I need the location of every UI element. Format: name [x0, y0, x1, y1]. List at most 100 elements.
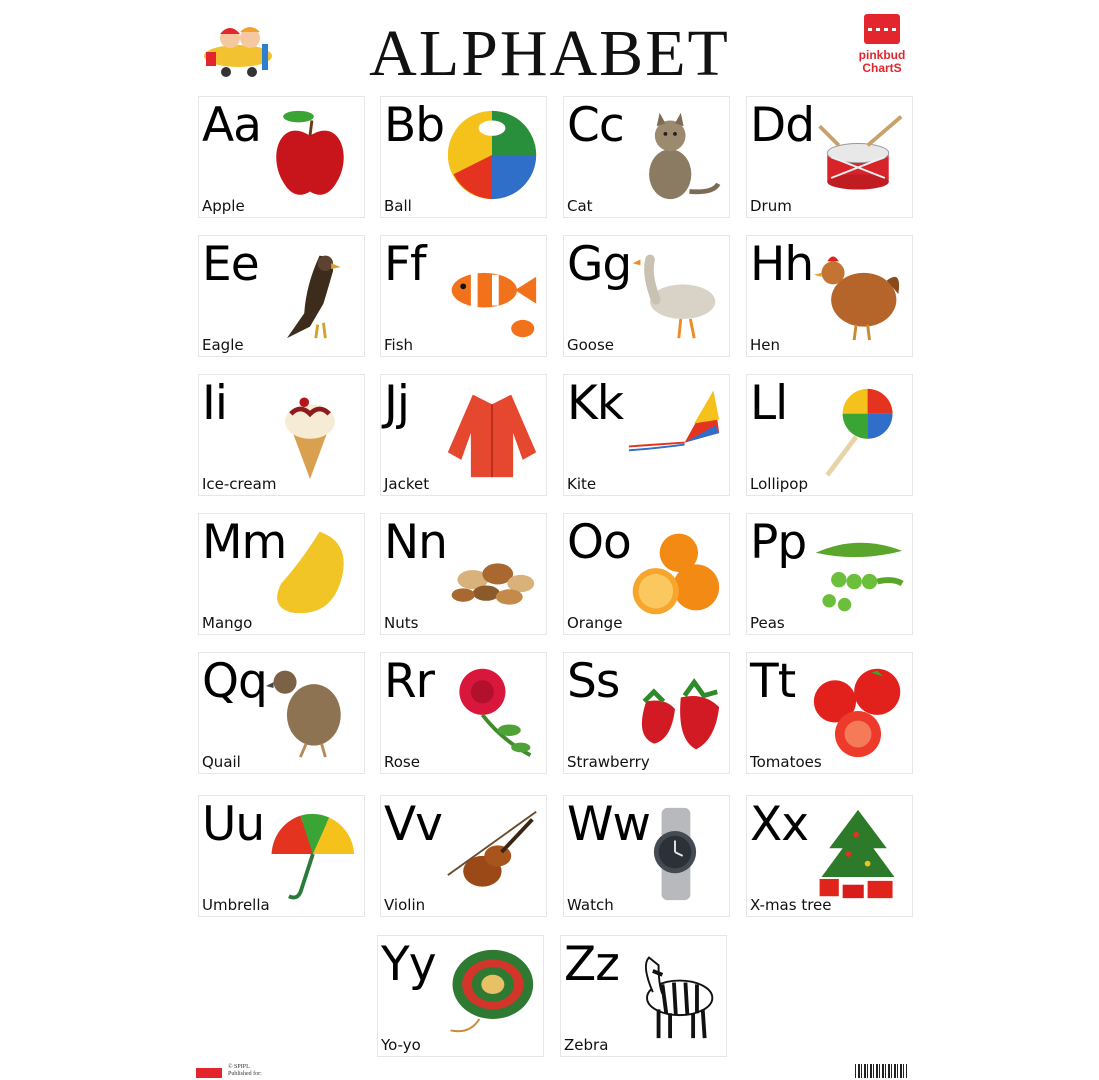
card-letter: Ss: [567, 654, 620, 709]
card-letter: Hh: [750, 237, 814, 292]
letter-card-z: Zz Zebra: [560, 935, 727, 1057]
card-word: X-mas tree: [750, 896, 832, 914]
letter-card-t: Tt Tomatoes: [746, 652, 913, 774]
card-word: Mango: [202, 614, 253, 632]
letter-card-e: Ee Eagle: [198, 235, 365, 357]
card-word: Apple: [202, 197, 245, 215]
goose-icon: [627, 244, 723, 344]
card-word: Ice-cream: [202, 475, 277, 493]
card-letter: Ll: [750, 376, 788, 431]
card-word: Jacket: [384, 475, 430, 493]
apple-icon: [262, 105, 358, 205]
pinkbud-box-icon: [864, 14, 900, 44]
card-word: Goose: [567, 336, 615, 354]
quail-icon: [262, 661, 358, 761]
kite-icon: [627, 383, 723, 483]
card-word: Eagle: [202, 336, 244, 354]
card-word: Peas: [750, 614, 785, 632]
letter-card-g: Gg Goose: [563, 235, 730, 357]
letter-card-h: Hh Hen: [746, 235, 913, 357]
letter-card-n: Nn Nuts: [380, 513, 547, 635]
nuts-icon: [444, 522, 540, 622]
umbrella-icon: [262, 804, 358, 904]
ball-icon: [444, 105, 540, 205]
letter-card-q: Qq Quail: [198, 652, 365, 774]
footer-line-2: Published for:: [228, 1071, 262, 1077]
letter-card-w: Ww Watch: [563, 795, 730, 917]
card-word: Kite: [567, 475, 597, 493]
card-word: Rose: [384, 753, 420, 771]
card-letter: Rr: [384, 654, 435, 709]
card-letter: Nn: [384, 515, 448, 570]
card-letter: Pp: [750, 515, 807, 570]
violin-icon: [444, 804, 540, 904]
card-word: Quail: [202, 753, 241, 771]
card-word: Yo-yo: [381, 1036, 421, 1054]
letter-card-u: Uu Umbrella: [198, 795, 365, 917]
card-letter: Aa: [202, 98, 262, 153]
peas-icon: [810, 522, 906, 622]
kids-airplane-logo: [198, 14, 280, 82]
card-letter: Dd: [750, 98, 815, 153]
cat-icon: [627, 105, 723, 205]
poster-title: ALPHABET: [369, 17, 730, 90]
letter-card-x: Xx X-mas tree: [746, 795, 913, 917]
tomatoes-icon: [810, 661, 906, 761]
eagle-icon: [262, 244, 358, 344]
card-letter: Yy: [381, 937, 437, 992]
card-letter: Ww: [567, 797, 651, 852]
zebra-icon: [624, 944, 720, 1044]
card-word: Orange: [567, 614, 623, 632]
card-word: Drum: [750, 197, 792, 215]
jacket-icon: [444, 383, 540, 483]
strawberry-icon: [627, 661, 723, 761]
card-word: Strawberry: [567, 753, 650, 771]
pinkbud-charts-logo: pinkbud ChartS: [846, 14, 918, 84]
card-word: Nuts: [384, 614, 419, 632]
orange-icon: [627, 522, 723, 622]
yo-yo-icon: [441, 944, 537, 1044]
card-letter: Qq: [202, 654, 268, 709]
rose-icon: [444, 661, 540, 761]
card-letter: Ii: [202, 376, 228, 431]
card-word: Cat: [567, 197, 593, 215]
card-letter: Cc: [567, 98, 625, 153]
letter-card-d: Dd Drum: [746, 96, 913, 218]
card-word: Ball: [384, 197, 412, 215]
card-letter: Vv: [384, 797, 443, 852]
letter-card-p: Pp Peas: [746, 513, 913, 635]
footer-line-1: © SPIPL: [228, 1064, 250, 1070]
card-letter: Tt: [750, 654, 796, 709]
card-letter: Gg: [567, 237, 632, 292]
card-word: Violin: [384, 896, 426, 914]
drum-icon: [810, 105, 906, 205]
card-word: Fish: [384, 336, 414, 354]
card-word: Watch: [567, 896, 614, 914]
barcode: [855, 1064, 907, 1078]
letter-card-b: Bb Ball: [380, 96, 547, 218]
card-letter: Kk: [567, 376, 624, 431]
card-word: Hen: [750, 336, 781, 354]
letter-card-r: Rr Rose: [380, 652, 547, 774]
card-letter: Mm: [202, 515, 287, 570]
footer-logo: [196, 1068, 222, 1078]
hen-icon: [810, 244, 906, 344]
lollipop-icon: [810, 383, 906, 483]
card-letter: Ee: [202, 237, 260, 292]
letter-card-m: Mm Mango: [198, 513, 365, 635]
letter-card-i: Ii Ice-cream: [198, 374, 365, 496]
fish-icon: [444, 244, 540, 344]
card-word: Lollipop: [750, 475, 808, 493]
card-letter: Uu: [202, 797, 265, 852]
letter-card-l: Ll Lollipop: [746, 374, 913, 496]
letter-card-k: Kk Kite: [563, 374, 730, 496]
card-word: Umbrella: [202, 896, 270, 914]
letter-card-v: Vv Violin: [380, 795, 547, 917]
card-letter: Jj: [384, 376, 410, 431]
card-letter: Xx: [750, 797, 809, 852]
letter-card-y: Yy Yo-yo: [377, 935, 544, 1057]
letter-card-f: Ff Fish: [380, 235, 547, 357]
letter-card-a: Aa Apple: [198, 96, 365, 218]
brand-name: pinkbud: [858, 48, 906, 62]
card-letter: Bb: [384, 98, 445, 153]
